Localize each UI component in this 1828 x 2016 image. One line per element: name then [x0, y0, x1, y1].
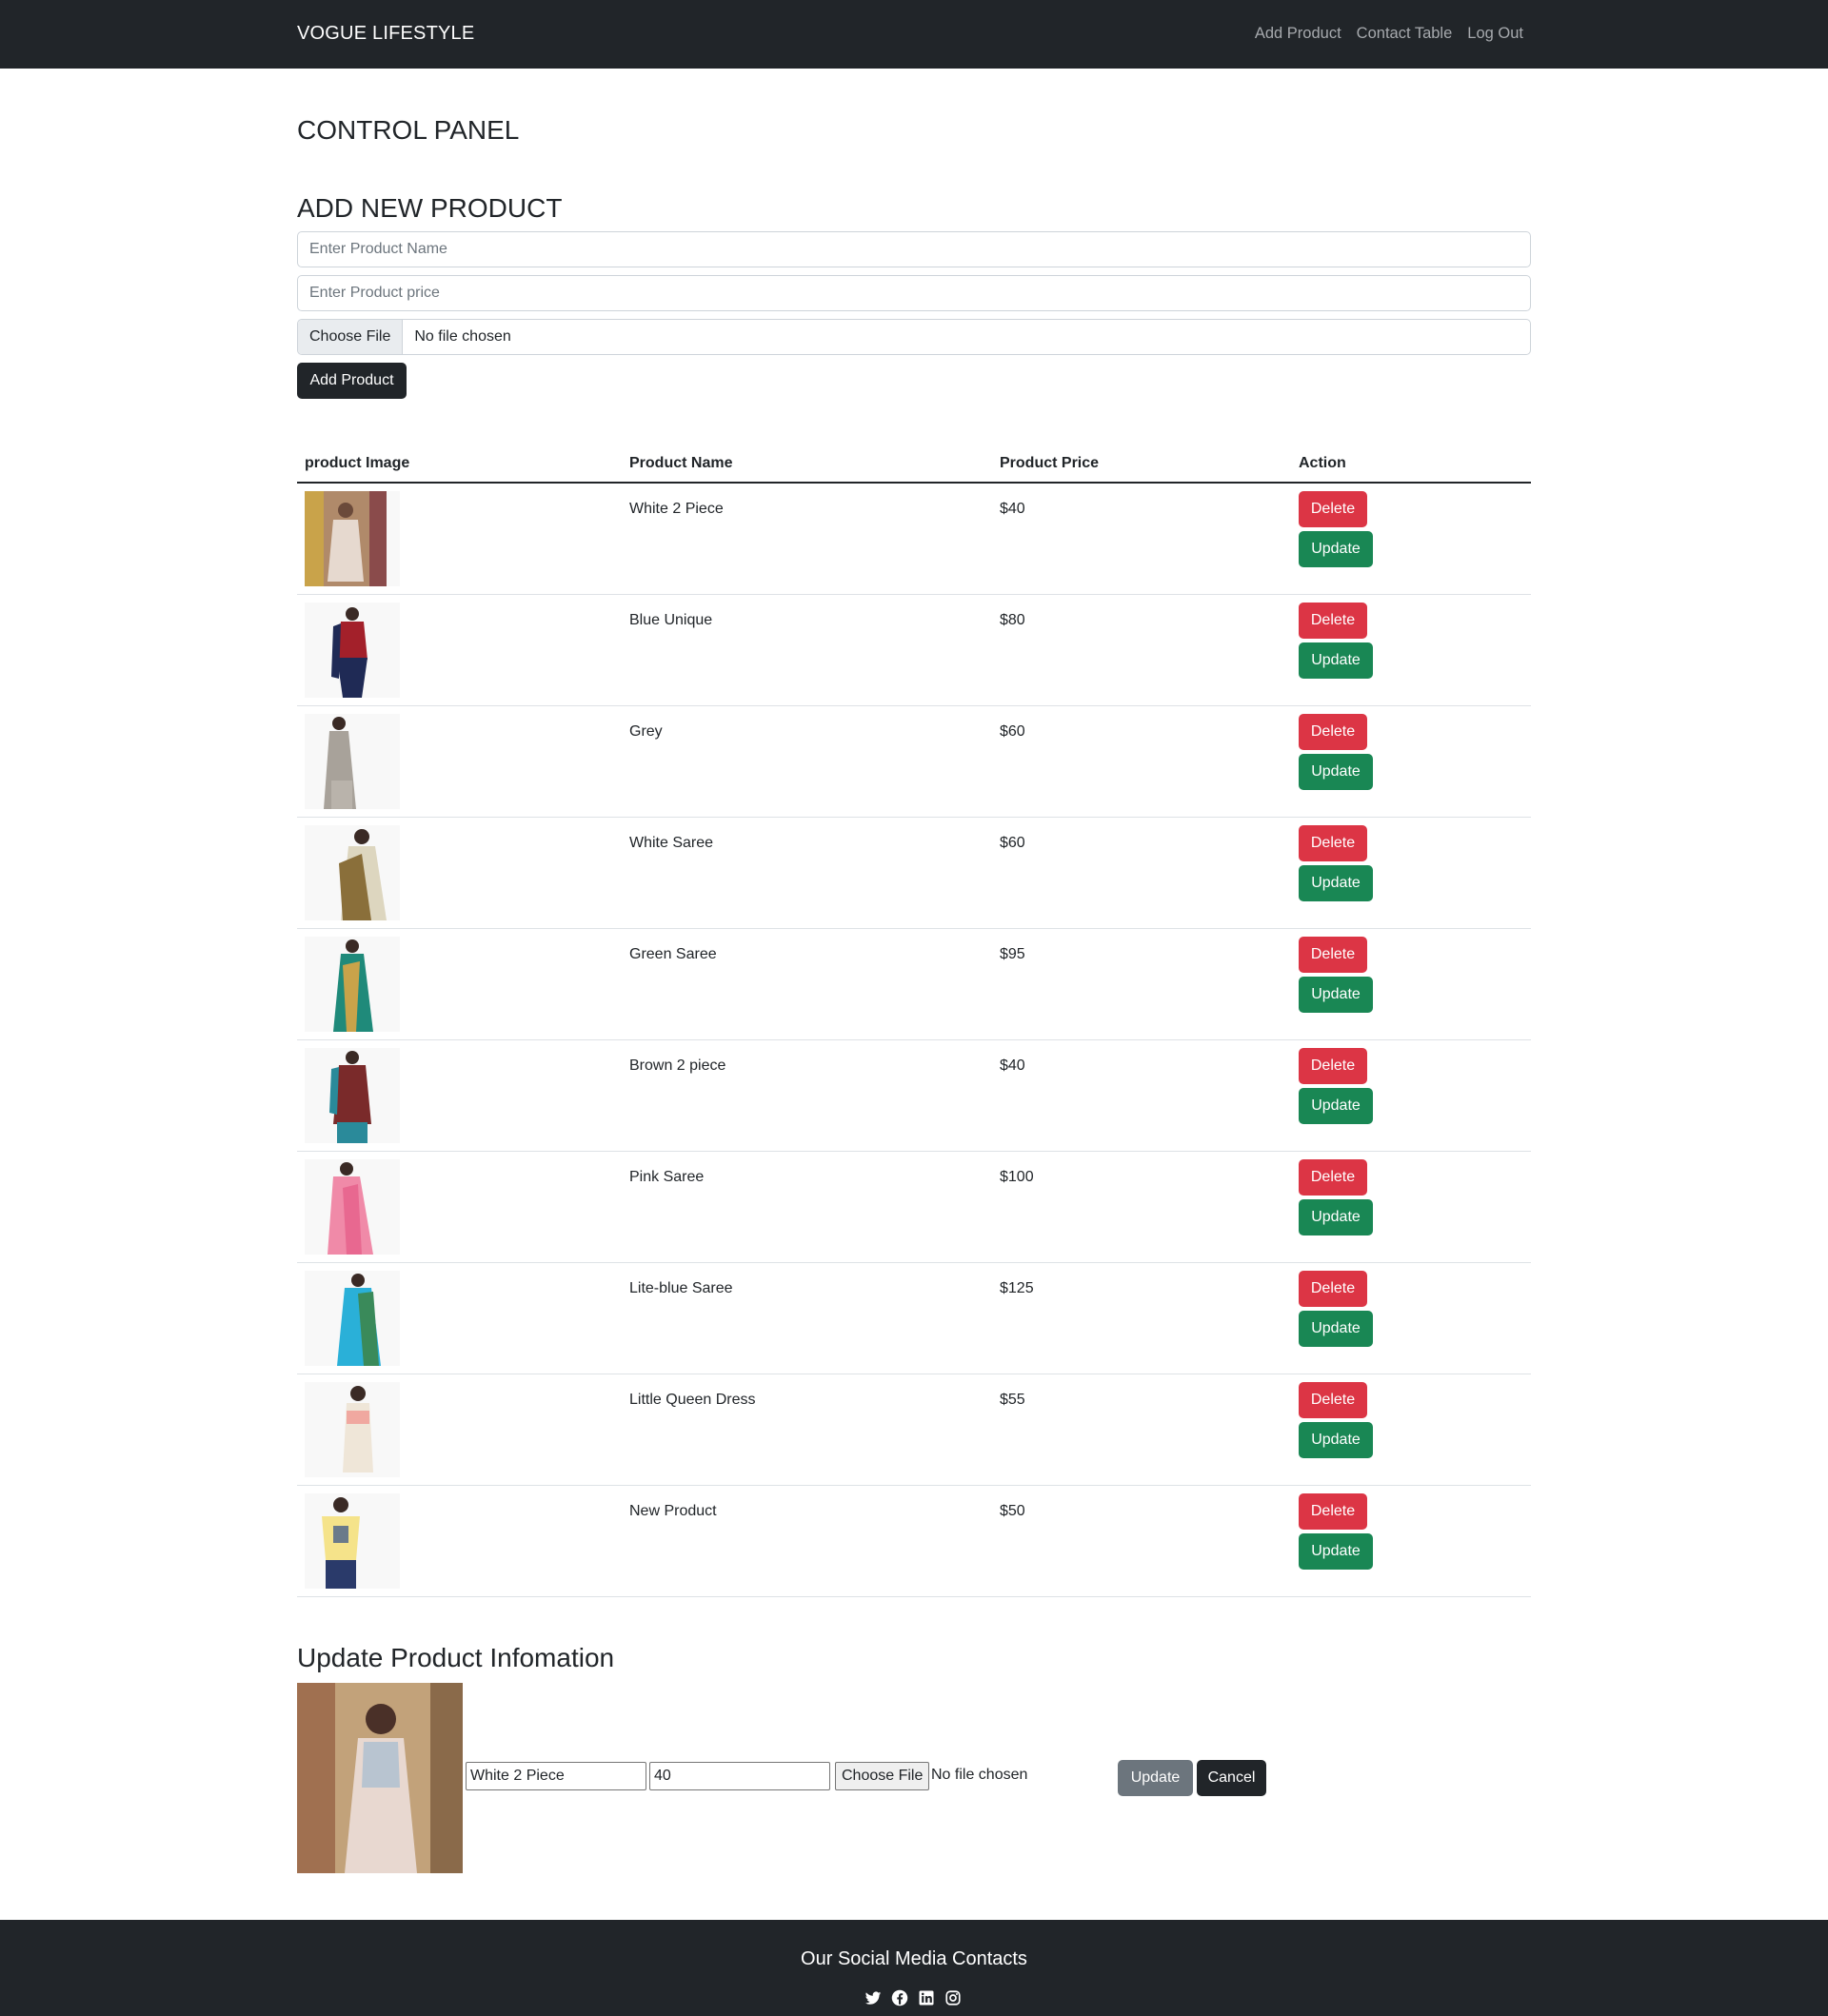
product-name: New Product [629, 1503, 717, 1519]
header-price: Product Price [1000, 455, 1100, 471]
delete-button[interactable]: Delete [1299, 1271, 1367, 1307]
product-price: $60 [1000, 723, 1025, 740]
delete-button[interactable]: Delete [1299, 1382, 1367, 1418]
footer: Our Social Media Contacts [0, 1920, 1828, 2016]
product-price: $125 [1000, 1280, 1034, 1296]
product-price: $50 [1000, 1503, 1025, 1519]
update-button[interactable]: Update [1299, 1088, 1373, 1124]
delete-button[interactable]: Delete [1299, 1048, 1367, 1084]
header-image: product Image [305, 455, 410, 471]
product-price: $40 [1000, 501, 1025, 517]
update-choose-file-button[interactable]: Choose File [835, 1762, 930, 1790]
update-name-input[interactable]: White 2 Piece [466, 1762, 646, 1790]
update-button[interactable]: Update [1299, 1533, 1373, 1570]
product-name: Little Queen Dress [629, 1392, 756, 1408]
page-title: CONTROL PANEL [297, 115, 520, 145]
update-product-image [297, 1683, 463, 1873]
table-row: New Product $50 Delete Update [297, 1486, 1531, 1597]
product-price: $40 [1000, 1057, 1025, 1074]
product-image [305, 825, 400, 920]
add-product-heading: ADD NEW PRODUCT [297, 193, 563, 223]
product-price: $95 [1000, 946, 1025, 962]
product-image [305, 603, 400, 698]
header-name: Product Name [629, 455, 733, 471]
nav-contact-table[interactable]: Contact Table [1357, 25, 1453, 43]
update-button[interactable]: Update [1299, 531, 1373, 567]
delete-button[interactable]: Delete [1299, 825, 1367, 861]
table-row: Blue Unique $80 Delete Update [297, 595, 1531, 706]
nav-links: Add Product Contact Table Log Out [1255, 25, 1523, 43]
update-button[interactable]: Update [1299, 977, 1373, 1013]
add-product-button[interactable]: Add Product [297, 363, 407, 399]
update-price-input[interactable]: 40 [649, 1762, 830, 1790]
product-image [305, 1048, 400, 1143]
nav-add-product[interactable]: Add Product [1255, 25, 1341, 43]
product-name: Grey [629, 723, 663, 740]
product-table: product Image Product Name Product Price… [297, 447, 1531, 1597]
product-image [305, 491, 400, 586]
product-image [305, 1159, 400, 1255]
product-price: $80 [1000, 612, 1025, 628]
product-price: $100 [1000, 1169, 1034, 1185]
linkedin-icon[interactable] [918, 1989, 935, 2006]
update-button[interactable]: Update [1299, 754, 1373, 790]
update-button[interactable]: Update [1299, 865, 1373, 901]
table-row: Green Saree $95 Delete Update [297, 929, 1531, 1040]
product-name: White Saree [629, 835, 714, 851]
delete-button[interactable]: Delete [1299, 937, 1367, 973]
product-name: White 2 Piece [629, 501, 724, 517]
product-name: Blue Unique [629, 612, 713, 628]
twitter-icon[interactable] [864, 1989, 882, 2006]
product-image [305, 1382, 400, 1477]
table-row: White Saree $60 Delete Update [297, 818, 1531, 929]
table-row: Pink Saree $100 Delete Update [297, 1152, 1531, 1263]
navbar: VOGUE LIFESTYLE Add Product Contact Tabl… [0, 0, 1828, 69]
update-button[interactable]: Update [1299, 1422, 1373, 1458]
product-image [305, 1271, 400, 1366]
product-price: $55 [1000, 1392, 1025, 1408]
product-file-input[interactable]: Choose File No file chosen [297, 319, 1531, 355]
file-status: No file chosen [414, 328, 511, 345]
table-header: product Image Product Name Product Price… [297, 447, 1531, 484]
delete-button[interactable]: Delete [1299, 714, 1367, 750]
product-image [305, 937, 400, 1032]
table-row: Lite-blue Saree $125 Delete Update [297, 1263, 1531, 1374]
nav-log-out[interactable]: Log Out [1467, 25, 1523, 43]
product-name: Lite-blue Saree [629, 1280, 733, 1296]
brand-logo[interactable]: VOGUE LIFESTYLE [297, 23, 474, 45]
product-image [305, 714, 400, 809]
table-row: Brown 2 piece $40 Delete Update [297, 1040, 1531, 1152]
delete-button[interactable]: Delete [1299, 603, 1367, 639]
product-price: $60 [1000, 835, 1025, 851]
update-button[interactable]: Update [1299, 642, 1373, 679]
product-image [305, 1493, 400, 1589]
product-name-input[interactable]: Enter Product Name [297, 231, 1531, 267]
update-button[interactable]: Update [1299, 1311, 1373, 1347]
product-name: Green Saree [629, 946, 717, 962]
footer-title: Our Social Media Contacts [801, 1948, 1027, 1969]
update-button[interactable]: Update [1299, 1199, 1373, 1235]
update-heading: Update Product Infomation [297, 1643, 615, 1672]
choose-file-button[interactable]: Choose File [298, 320, 404, 354]
product-name: Pink Saree [629, 1169, 705, 1185]
delete-button[interactable]: Delete [1299, 491, 1367, 527]
instagram-icon[interactable] [944, 1989, 962, 2006]
social-icons [864, 1989, 962, 2006]
delete-button[interactable]: Delete [1299, 1493, 1367, 1530]
product-name: Brown 2 piece [629, 1057, 726, 1074]
delete-button[interactable]: Delete [1299, 1159, 1367, 1196]
table-row: White 2 Piece $40 Delete Update [297, 484, 1531, 595]
facebook-icon[interactable] [891, 1989, 908, 2006]
update-submit-button[interactable]: Update [1118, 1760, 1193, 1796]
table-row: Grey $60 Delete Update [297, 706, 1531, 818]
product-price-input[interactable]: Enter Product price [297, 275, 1531, 311]
table-row: Little Queen Dress $55 Delete Update [297, 1374, 1531, 1486]
update-file-status: No file chosen [931, 1767, 1028, 1783]
cancel-button[interactable]: Cancel [1197, 1760, 1266, 1796]
header-action: Action [1299, 455, 1346, 471]
